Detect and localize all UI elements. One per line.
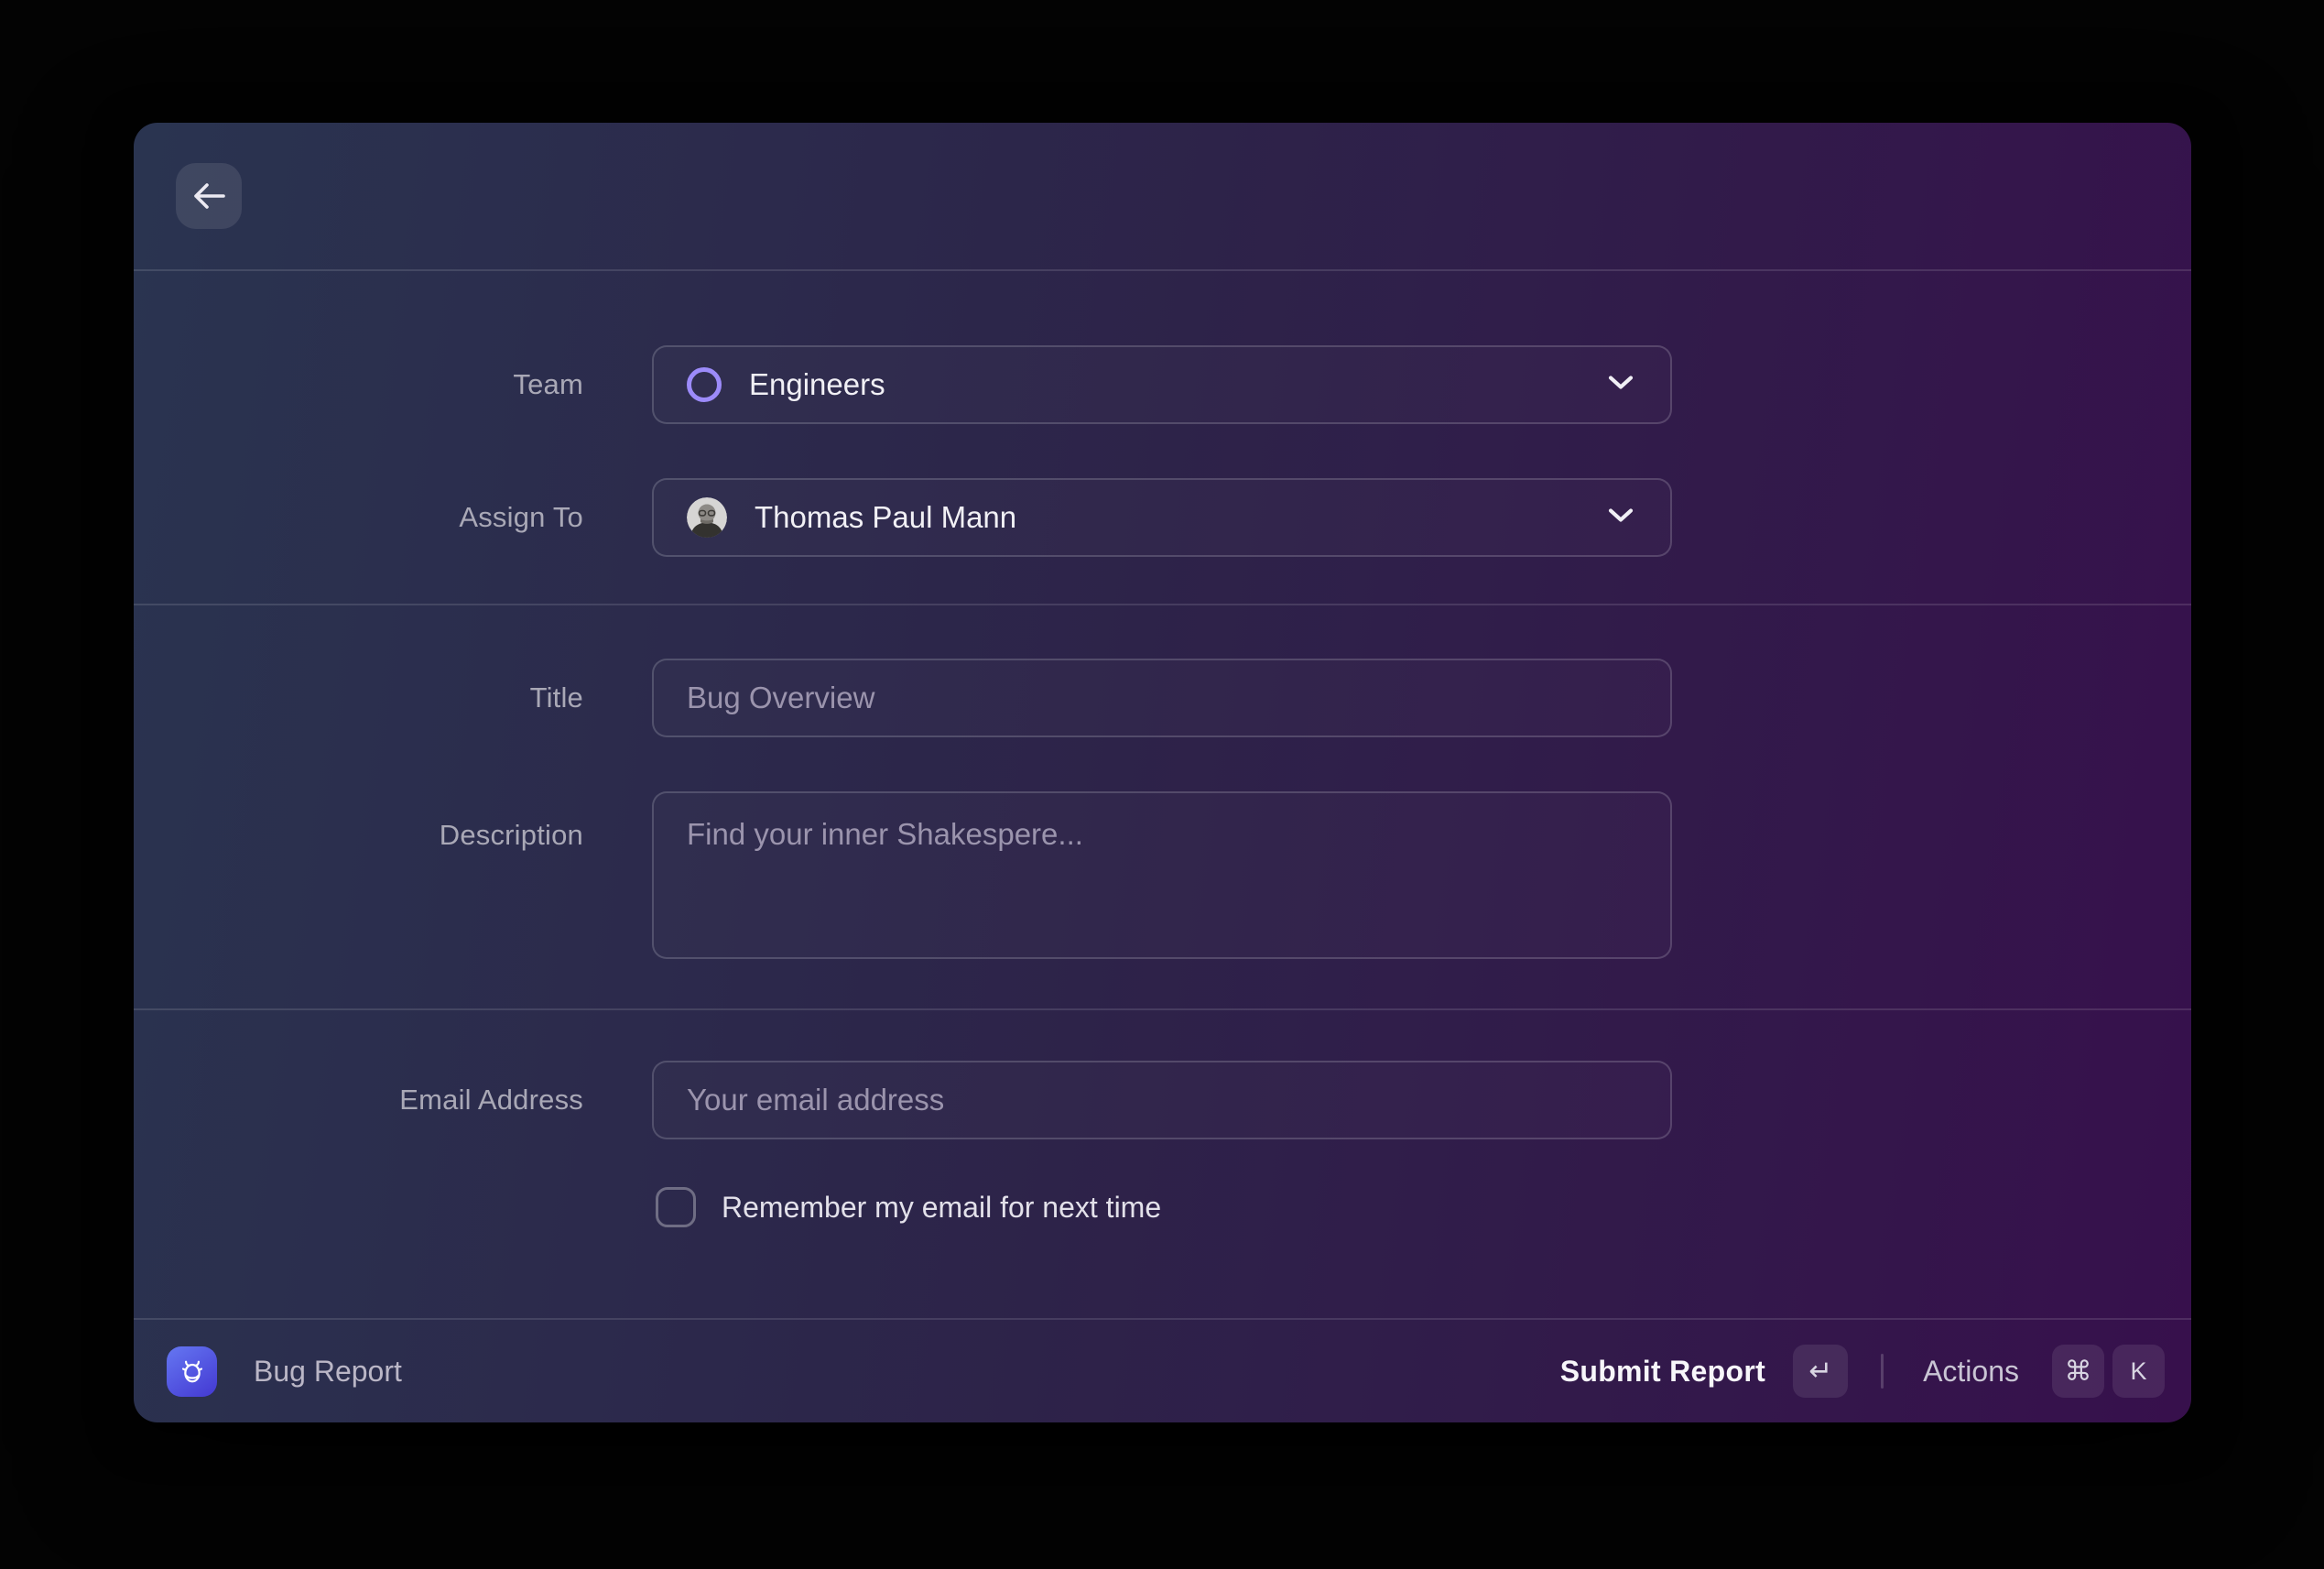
team-dropdown[interactable]: Engineers [652, 345, 1672, 424]
team-row: Team Engineers [134, 345, 2191, 424]
description-row: Description [134, 791, 2191, 959]
team-value: Engineers [749, 367, 1608, 402]
remember-label: Remember my email for next time [722, 1191, 1161, 1225]
assign-to-label: Assign To [134, 501, 583, 534]
footer-divider [1881, 1354, 1884, 1389]
assign-to-value: Thomas Paul Mann [755, 500, 1608, 535]
team-label: Team [134, 368, 583, 401]
title-label: Title [134, 681, 583, 714]
assign-to-dropdown[interactable]: Thomas Paul Mann [652, 478, 1672, 557]
email-row: Email Address [134, 1061, 2191, 1139]
return-key-icon: ↵ [1793, 1345, 1848, 1398]
back-button[interactable] [176, 163, 242, 229]
cmd-key-icon: ⌘ [2052, 1345, 2104, 1398]
back-arrow-icon [190, 181, 227, 211]
k-key-icon: K [2112, 1345, 2165, 1398]
assign-to-row: Assign To Thomas Paul Mann [134, 478, 2191, 557]
chevron-down-icon [1608, 507, 1634, 528]
chevron-down-icon [1608, 375, 1634, 395]
section-details: Title Description [134, 605, 2191, 1008]
description-input[interactable] [652, 791, 1672, 959]
window-header [134, 123, 2191, 269]
submit-report-button[interactable]: Submit Report [1560, 1355, 1765, 1389]
bug-icon [167, 1346, 217, 1397]
remember-checkbox[interactable] [656, 1187, 696, 1227]
remember-row: Remember my email for next time [656, 1187, 2191, 1227]
actions-button[interactable]: Actions [1923, 1355, 2019, 1389]
title-row: Title [134, 659, 2191, 737]
avatar [687, 497, 727, 538]
footer-bar: Bug Report Submit Report ↵ Actions ⌘ K [134, 1318, 2191, 1422]
email-input[interactable] [652, 1061, 1672, 1139]
title-input[interactable] [652, 659, 1672, 737]
section-team: Team Engineers Assign To [134, 271, 2191, 604]
section-email: Email Address Remember my email for next… [134, 1010, 2191, 1227]
command-name: Bug Report [254, 1355, 402, 1389]
team-circle-icon [687, 367, 722, 402]
email-label: Email Address [134, 1084, 583, 1117]
bug-report-window: Team Engineers Assign To [134, 123, 2191, 1422]
description-label: Description [134, 791, 583, 852]
